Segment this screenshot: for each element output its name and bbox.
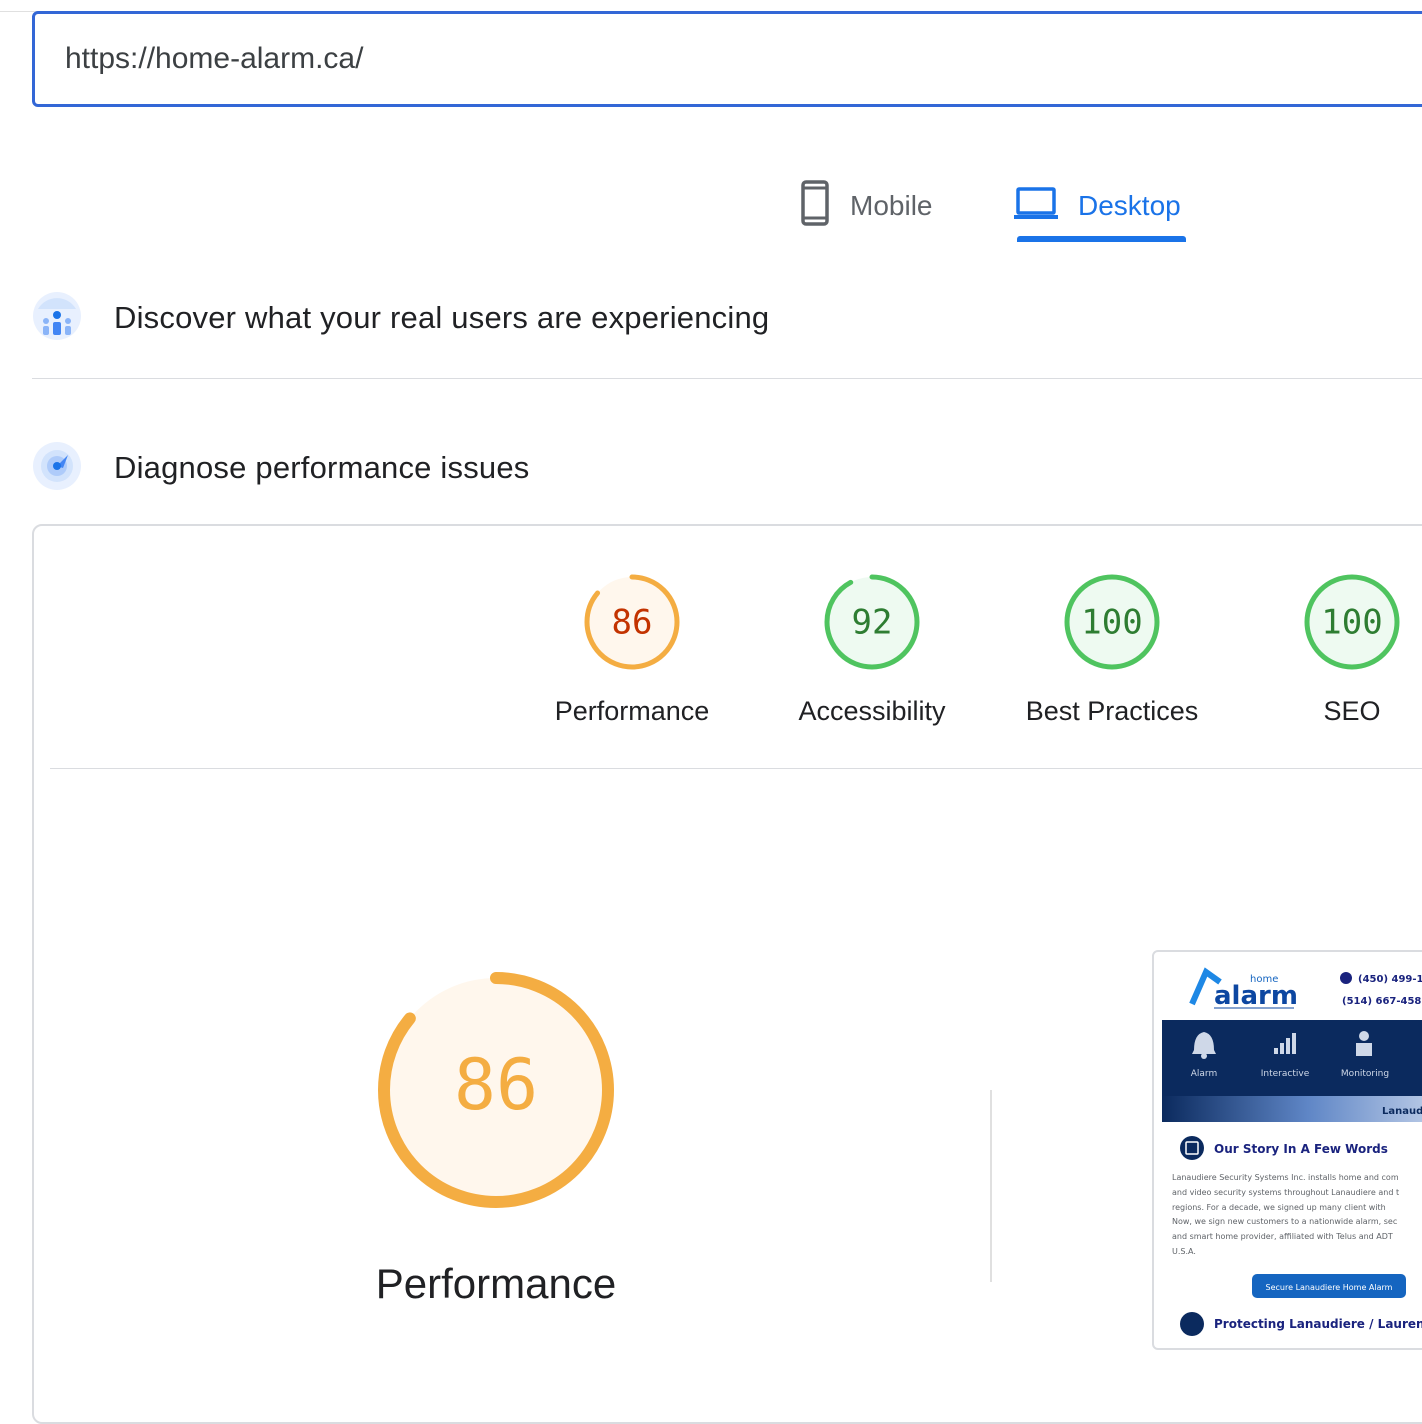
gauge-ring: 92 — [824, 574, 920, 670]
laptop-icon — [1014, 186, 1058, 227]
tab-mobile-label: Mobile — [850, 190, 933, 221]
section-divider — [32, 378, 1422, 379]
smartphone-icon — [800, 179, 830, 233]
screenshot-paragraph-line: Now, we sign new customers to a nationwi… — [1172, 1217, 1397, 1226]
url-input-value: https://home-alarm.ca/ — [65, 42, 364, 75]
featured-performance-gauge: 86 — [374, 968, 618, 1217]
screenshot-nav-item: Alarm — [1191, 1069, 1217, 1079]
logo-big-text: alarm — [1214, 981, 1298, 1011]
score-label: SEO — [1323, 696, 1381, 726]
page-screenshot-thumbnail[interactable]: home alarm (450) 499-155 (514) 667-4588 … — [1152, 950, 1422, 1350]
score-gauge-accessibility[interactable]: 92 Accessibility — [752, 572, 992, 727]
pin-icon — [1180, 1312, 1204, 1336]
crux-users-icon — [32, 291, 82, 346]
screenshot-heading: Protecting Lanaudiere / Laurentia — [1214, 1317, 1422, 1331]
featured-score-value: 86 — [454, 1044, 538, 1126]
screenshot-nav-item: Monitoring — [1341, 1069, 1389, 1079]
tab-desktop[interactable]: Desktop — [1014, 168, 1181, 244]
section-title-real-users: Discover what your real users are experi… — [114, 300, 770, 335]
score-label: Accessibility — [798, 696, 946, 726]
tab-desktop-label: Desktop — [1078, 190, 1181, 221]
score-value: 86 — [612, 603, 653, 643]
score-label: Best Practices — [1025, 696, 1199, 726]
screenshot-heading: Our Story In A Few Words — [1214, 1142, 1388, 1156]
screenshot-cta-button: Secure Lanaudiere Home Alarm — [1266, 1283, 1393, 1292]
score-gauge-performance[interactable]: 86 Performance — [512, 572, 752, 727]
screenshot-phone-2: (514) 667-4588 — [1342, 996, 1422, 1007]
book-icon — [1180, 1136, 1204, 1160]
score-gauge-best-practices[interactable]: 100 Best Practices — [992, 572, 1232, 727]
screenshot-paragraph-line: U.S.A. — [1172, 1247, 1196, 1256]
score-value: 100 — [1081, 603, 1142, 643]
gauge-ring: 86 — [584, 574, 680, 670]
score-value: 92 — [852, 603, 893, 643]
gauges-divider — [50, 768, 1422, 769]
score-value: 100 — [1321, 603, 1382, 643]
section-title-diagnose: Diagnose performance issues — [114, 450, 530, 485]
lighthouse-icon — [32, 441, 82, 496]
screenshot-paragraph-line: regions. For a decade, we signed up many… — [1172, 1203, 1386, 1212]
screenshot-banner-text: Lanaudie — [1382, 1106, 1422, 1117]
home-alarm-logo-icon: home alarm — [1189, 967, 1298, 1011]
gauge-ring: 100 — [1304, 574, 1400, 670]
featured-score-label: Performance — [375, 1260, 617, 1307]
score-gauge-seo[interactable]: 100 SEO — [1232, 572, 1422, 727]
section-diagnose[interactable]: Diagnose performance issues — [32, 441, 530, 496]
screenshot-paragraph-line: and smart home provider, affiliated with… — [1172, 1232, 1393, 1241]
url-input[interactable]: https://home-alarm.ca/ — [32, 11, 1422, 107]
score-label: Performance — [554, 696, 710, 726]
tab-mobile[interactable]: Mobile — [800, 168, 932, 244]
gauge-ring: 100 — [1064, 574, 1160, 670]
screenshot-paragraph-line: and video security systems throughout La… — [1172, 1188, 1399, 1197]
screenshot-paragraph-line: Lanaudiere Security Systems Inc. install… — [1172, 1173, 1399, 1182]
section-real-users[interactable]: Discover what your real users are experi… — [32, 291, 770, 346]
active-tab-indicator — [1017, 236, 1186, 242]
vertical-divider — [990, 1090, 992, 1282]
screenshot-nav-item: Interactive — [1261, 1069, 1310, 1079]
screenshot-phone-1: (450) 499-155 — [1358, 974, 1422, 985]
